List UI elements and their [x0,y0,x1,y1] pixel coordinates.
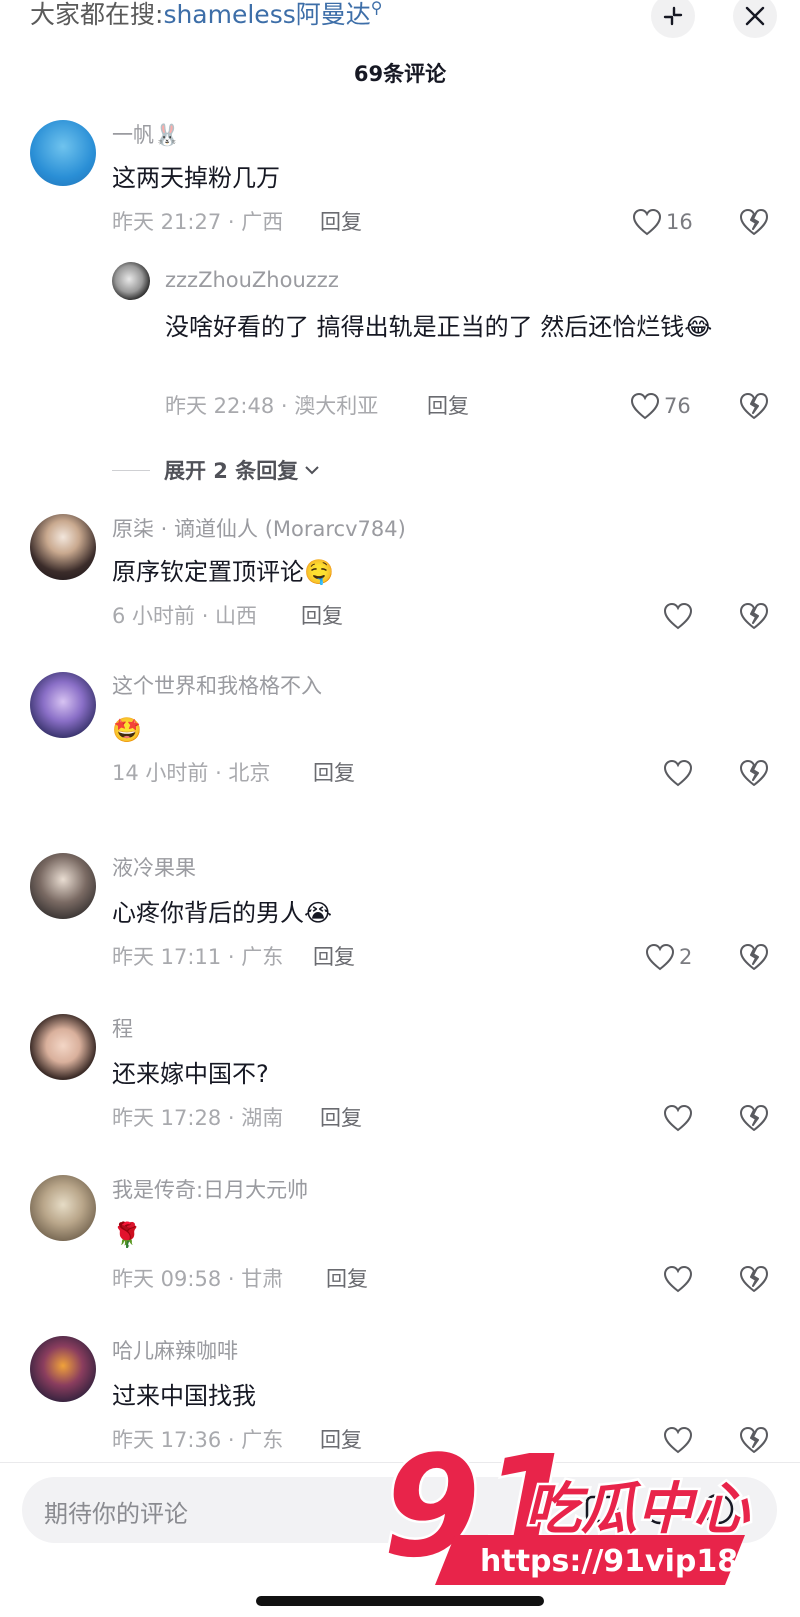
broken-heart-icon[interactable] [738,941,770,973]
avatar[interactable] [30,1175,96,1241]
avatar[interactable] [112,262,150,300]
reply-author[interactable]: zzzZhouZhouzzz [165,266,339,294]
expand-replies-label: 展开 2 条回复 [164,459,299,483]
broken-heart-icon[interactable] [738,206,770,238]
reply-button[interactable]: 回复 [320,208,362,236]
heart-icon [663,1265,693,1293]
comment-author[interactable]: 一帆🐰 [112,121,180,149]
heart-icon [663,1104,693,1132]
reply-button[interactable]: 回复 [313,759,355,787]
broken-heart-icon[interactable] [738,390,770,422]
like-count: 2 [679,945,693,969]
comment-meta: 昨天 17:11 · 广东 [112,945,284,969]
avatar[interactable] [30,120,96,186]
broken-heart-icon[interactable] [738,1263,770,1295]
heart-icon [630,392,660,420]
like-button[interactable] [663,600,697,632]
reply-text: 没啥好看的了 搞得出轨是正当的了 然后还恰烂钱😂 [165,313,713,341]
search-prefix: 大家都在搜: [30,0,164,29]
heart-icon [632,208,662,236]
comment-text: 过来中国找我 [112,1382,256,1410]
reply-button[interactable]: 回复 [326,1265,368,1293]
comment-author[interactable]: 哈儿麻辣咖啡 [112,1337,238,1365]
comment-author[interactable]: 液冷果果 [112,854,196,882]
comment-meta: 昨天 21:27 · 广西 [112,210,284,234]
comment-meta: 昨天 17:28 · 湖南 [112,1106,284,1130]
search-keyword[interactable]: shameless阿曼达 [163,0,370,29]
comment-author[interactable]: 这个世界和我格格不入 [112,672,322,700]
search-icon: ⚲ [370,0,383,17]
search-suggestion[interactable]: 大家都在搜:shameless阿曼达⚲ [30,0,382,33]
close-button[interactable] [733,0,777,38]
broken-heart-icon[interactable] [738,757,770,789]
top-bar: 大家都在搜:shameless阿曼达⚲ [0,0,800,40]
collapse-button[interactable] [651,0,695,38]
like-button[interactable]: 76 [630,390,691,422]
like-count: 76 [664,394,691,418]
comment-text: 还来嫁中国不? [112,1060,269,1088]
home-indicator [256,1596,544,1606]
reply-button[interactable]: 回复 [320,1426,362,1454]
comment-count: 69条评论 [353,62,447,86]
reply-button[interactable]: 回复 [301,602,343,630]
comment-text: 🤩 [112,716,142,744]
avatar[interactable] [30,853,96,919]
comment-author[interactable]: 原柒 · 谪道仙人 (Morarcv784) [112,515,406,543]
comment-meta: 昨天 17:36 · 广东 [112,1428,284,1452]
like-button[interactable]: 16 [632,206,693,238]
svg-text:吃瓜中心: 吃瓜中心 [525,1477,751,1542]
collapse-icon [663,6,683,26]
close-icon [745,6,765,26]
heart-icon [645,943,675,971]
comment-input-placeholder: 期待你的评论 [44,1500,188,1528]
comment-meta: 昨天 09:58 · 甘肃 [112,1267,284,1291]
avatar[interactable] [30,672,96,738]
expand-replies-button[interactable]: 展开 2 条回复 [112,455,320,485]
avatar[interactable] [30,1336,96,1402]
like-count: 16 [666,210,693,234]
like-button[interactable]: 2 [645,941,692,973]
comment-text: 原序钦定置顶评论🤤 [112,558,334,586]
heart-icon [663,602,693,630]
reply-button[interactable]: 回复 [313,943,355,971]
comment-author[interactable]: 我是传奇:日月大元帅 [112,1176,308,1204]
comment-author[interactable]: 程 [112,1015,133,1043]
avatar[interactable] [30,514,96,580]
like-button[interactable] [663,1263,697,1295]
watermark-url: https://91vip18.com [480,1544,785,1579]
comment-text: 心疼你背后的男人😭 [112,899,333,927]
watermark-logo: 91 吃瓜中心 https://91vip18.com [385,1440,785,1592]
divider [112,469,150,471]
heart-icon [663,759,693,787]
like-button[interactable] [663,1102,697,1134]
comment-meta: 6 小时前 · 山西 [112,604,258,628]
broken-heart-icon[interactable] [738,600,770,632]
comment-text: 这两天掉粉几万 [112,164,280,192]
reply-button[interactable]: 回复 [427,392,469,420]
like-button[interactable] [663,757,697,789]
broken-heart-icon[interactable] [738,1102,770,1134]
avatar[interactable] [30,1014,96,1080]
reply-meta: 昨天 22:48 · 澳大利亚 [165,394,379,418]
comment-meta: 14 小时前 · 北京 [112,761,271,785]
chevron-down-icon [305,466,319,475]
reply-button[interactable]: 回复 [320,1104,362,1132]
comment-text: 🌹 [112,1221,142,1249]
